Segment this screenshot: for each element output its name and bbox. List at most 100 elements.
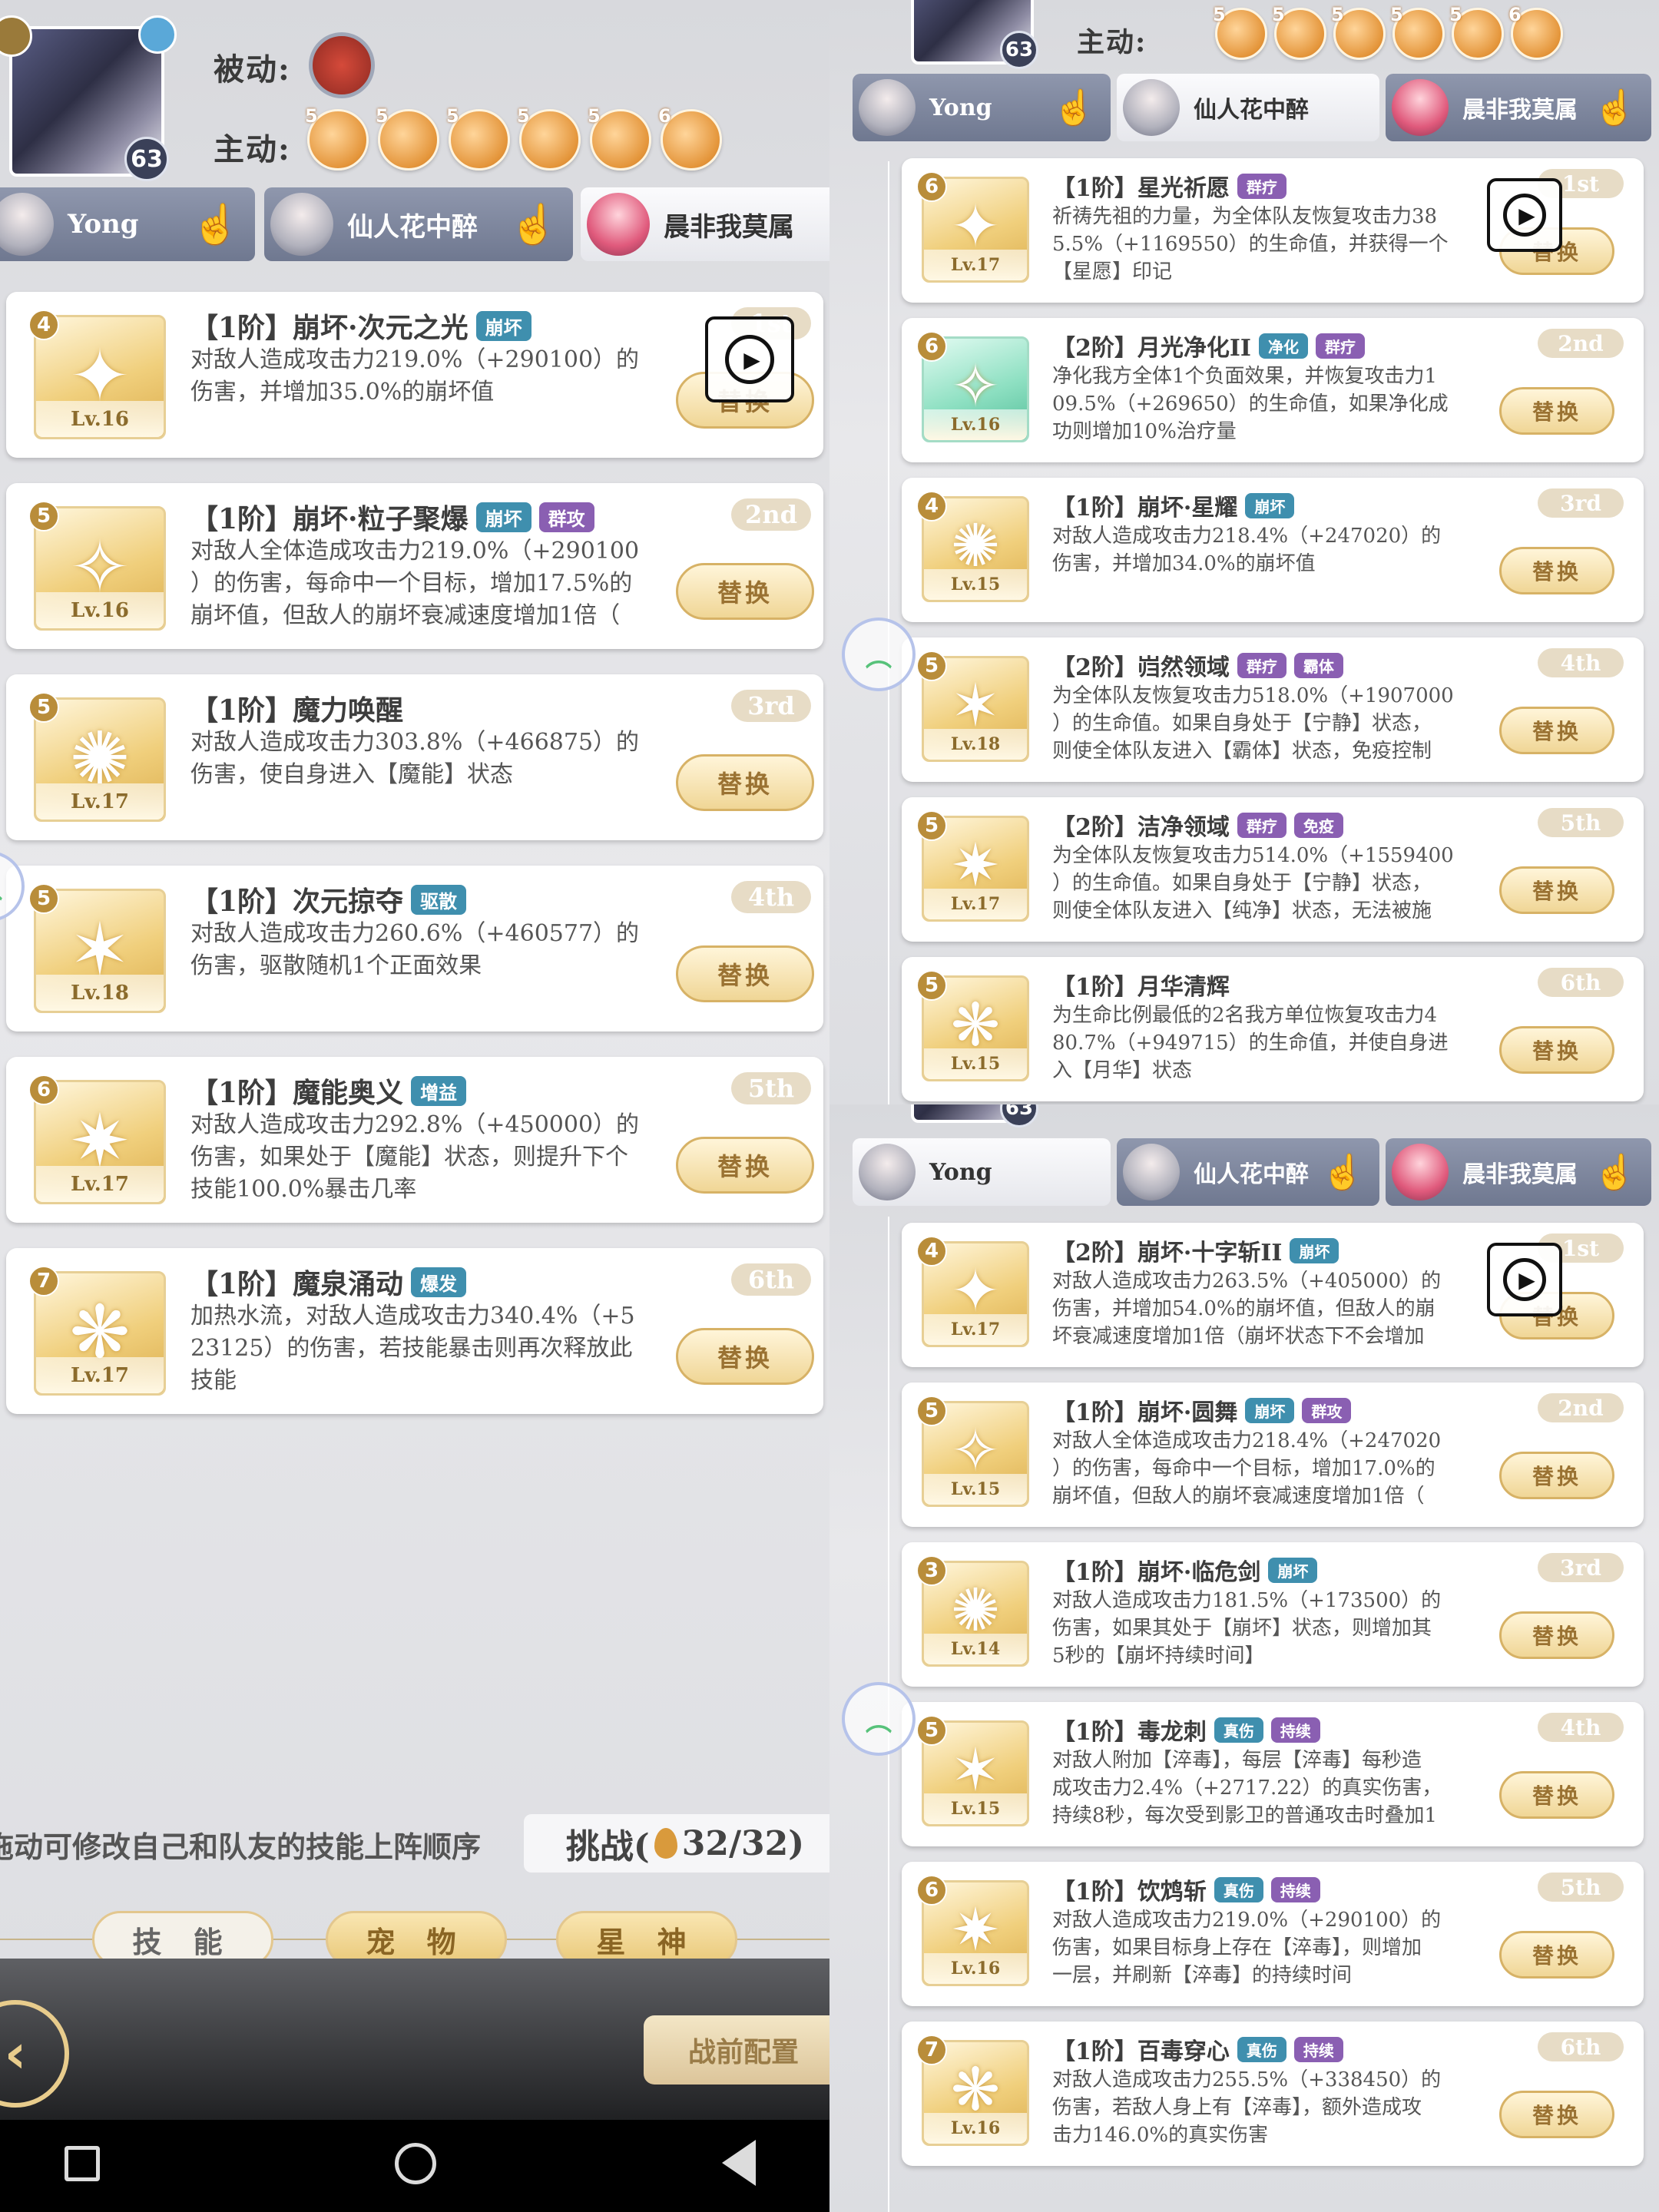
avatar <box>1392 79 1449 136</box>
description-line: 对敌人造成攻击力219.0%（+290100）的 <box>1052 1909 1442 1932</box>
character-tab-chenfei[interactable]: 晨非我莫属 ☝ <box>1386 74 1651 141</box>
description-line: 对敌人造成攻击力219.0%（+290100）的 <box>190 346 640 373</box>
skill-card[interactable]: 6 ✷ Lv.16 【1阶】饮鸩斩 真伤 持续 对敌人造成攻击力219.0%（+2901… <box>902 1862 1644 2006</box>
active-skill-icon[interactable]: 5 <box>1390 4 1445 60</box>
description-line: 净化我方全体1个负面效果，并恢复攻击力1 <box>1052 365 1438 388</box>
skill-tag: 真伤 <box>1237 2036 1286 2062</box>
stamina-count: 32/32) <box>681 1823 805 1863</box>
floating-wifi-icon[interactable]: ︵ <box>842 618 916 691</box>
description-line: 持续8秒，每次受到影卫的普通攻击时叠加1 <box>1052 1804 1438 1827</box>
active-label: 主动: <box>214 131 291 167</box>
skill-card[interactable]: 5 ✶ Lv.18 【1阶】次元掠夺 驱散 对敌人造成攻击力260.6%（+46057… <box>6 866 823 1031</box>
swap-skill-button[interactable]: 替换 <box>1499 1931 1614 1979</box>
active-skill-icon[interactable]: 5 <box>1331 4 1386 60</box>
level-badge: 63 <box>1000 1104 1038 1128</box>
skill-card[interactable]: 5 ✧ Lv.16 【1阶】崩坏·粒子聚爆 崩坏 群攻 对敌人全体造成攻击力219.0%… <box>6 483 823 649</box>
swap-skill-button[interactable]: 替换 <box>1499 547 1614 594</box>
skill-card[interactable]: 6 ✷ Lv.17 【1阶】魔能奥义 增益 对敌人造成攻击力292.8%（+45000… <box>6 1057 823 1223</box>
character-tab-xianren[interactable]: 仙人花中醉 <box>1117 74 1379 141</box>
character-tab-chenfei[interactable]: 晨非我莫属 ☝ <box>1386 1138 1651 1206</box>
passive-skill-icon[interactable] <box>309 32 375 98</box>
skill-description: 加热水流，对敌人造成攻击力340.4%（+5 23125）的伤害，若技能暴击则再次… <box>190 1300 651 1397</box>
active-skill-icon[interactable]: 5 <box>1449 4 1504 60</box>
character-tab-yong[interactable]: Yong ☝ <box>853 74 1111 141</box>
skill-order-badge: 2nd <box>1538 1393 1624 1422</box>
home-icon[interactable] <box>395 2143 436 2184</box>
skill-card[interactable]: 4 ✺ Lv.15 【1阶】崩坏·星耀 崩坏 对敌人造成攻击力218.4%（+2470… <box>902 478 1644 622</box>
skill-card[interactable]: 6 ✧ Lv.16 【2阶】月光净化II 净化 群疗 净化我方全体1个负面效果，并恢复攻… <box>902 318 1644 462</box>
prebattle-config-button[interactable]: 战前配置 <box>644 2015 830 2085</box>
swap-skill-button[interactable]: 替换 <box>676 563 814 620</box>
active-skill-icon[interactable]: 5 <box>1213 4 1267 60</box>
skill-description: 对敌人附加【淬毒】，每层【淬毒】每秒造 成攻击力2.4%（+2717.22）的真实… <box>1052 1747 1482 1830</box>
character-portrait[interactable]: 63 <box>911 0 1038 69</box>
active-skill-icon[interactable]: 5 <box>517 105 581 171</box>
skill-card[interactable]: 4 ✦ Lv.16 【1阶】崩坏·次元之光 崩坏 对敌人造成攻击力219.0%（+29… <box>6 292 823 458</box>
description-line: ）的生命值。如果自身处于【宁静】状态， <box>1052 712 1432 735</box>
active-skill-icon[interactable]: 6 <box>658 105 722 171</box>
skill-card[interactable]: 5 ✷ Lv.17 【2阶】洁净领域 群疗 免疫 为全体队友恢复攻击力514.0%（+1… <box>902 797 1644 942</box>
skill-card[interactable]: 7 ❋ Lv.17 【1阶】魔泉涌动 爆发 加热水流，对敌人造成攻击力340.4%（+… <box>6 1248 823 1414</box>
skill-order-badge: 5th <box>731 1072 811 1104</box>
skill-level: Lv.17 <box>924 889 1027 919</box>
skill-title-row: 【1阶】月华清辉 <box>1052 968 1230 1002</box>
character-tab-yong[interactable]: Yong ☝ <box>0 187 255 261</box>
character-portrait[interactable]: 63 <box>9 26 169 181</box>
skill-icon: 6 ✧ Lv.16 <box>916 331 1029 442</box>
skill-star-count: 5 <box>376 105 389 127</box>
swap-skill-button[interactable]: 替换 <box>1499 1611 1614 1659</box>
active-skill-icon[interactable]: 5 <box>446 105 510 171</box>
active-skill-icon[interactable]: 5 <box>588 105 651 171</box>
skill-title-row: 【1阶】崩坏·临危剑 崩坏 <box>1052 1553 1318 1587</box>
swap-skill-button[interactable]: 替换 <box>1499 707 1614 754</box>
swap-skill-button[interactable]: 替换 <box>676 945 814 1002</box>
swap-skill-button[interactable]: 替换 <box>676 754 814 811</box>
swap-skill-button[interactable]: 替换 <box>1499 2091 1614 2138</box>
skill-order-badge: 6th <box>1538 968 1624 997</box>
skill-tag: 崩坏 <box>1290 1237 1339 1263</box>
skill-card[interactable]: 5 ✶ Lv.18 【2阶】岿然领域 群疗 霸体 为全体队友恢复攻击力518.0%（+1… <box>902 637 1644 782</box>
swap-skill-button[interactable]: 替换 <box>1499 1771 1614 1819</box>
skill-card[interactable]: 3 ✺ Lv.14 【1阶】崩坏·临危剑 崩坏 对敌人造成攻击力181.5%（+173… <box>902 1542 1644 1687</box>
skill-title-row: 【1阶】崩坏·圆舞 崩坏 群攻 <box>1052 1393 1352 1427</box>
character-tab-yong[interactable]: Yong <box>853 1138 1111 1206</box>
character-portrait[interactable]: 63 <box>911 1104 1038 1128</box>
active-skill-icon[interactable]: 6 <box>1508 4 1563 60</box>
description-line: 伤害，若敌人身上有【淬毒】，额外造成攻 <box>1052 2096 1422 2119</box>
description-line: 对敌人造成攻击力218.4%（+247020）的 <box>1052 525 1442 548</box>
skill-card[interactable]: 5 ✶ Lv.15 【1阶】毒龙刺 真伤 持续 对敌人附加【淬毒】，每层【淬毒】每秒造成… <box>902 1702 1644 1846</box>
skill-title-row: 【1阶】毒龙刺 真伤 持续 <box>1052 1713 1320 1747</box>
swap-skill-button[interactable]: 替换 <box>1499 387 1614 435</box>
swap-skill-button[interactable]: 替换 <box>676 1137 814 1194</box>
skill-card[interactable]: 7 ❋ Lv.16 【1阶】百毒穿心 真伤 持续 对敌人造成攻击力255.5%（+338… <box>902 2022 1644 2166</box>
character-tab-xianren[interactable]: 仙人花中醉 ☝ <box>1117 1138 1379 1206</box>
skill-icon: 5 ✶ Lv.18 <box>28 883 166 1013</box>
skill-card[interactable]: 5 ✺ Lv.17 【1阶】魔力唤醒 对敌人造成攻击力303.8%（+466875）… <box>6 674 823 840</box>
skill-level: Lv.17 <box>36 1357 164 1393</box>
pointer-hand-icon: ☝ <box>1322 1153 1364 1192</box>
skill-card[interactable]: 5 ❋ Lv.15 【1阶】月华清辉 为生命比例最低的2名我方单位恢复攻击力4 80.… <box>902 957 1644 1101</box>
swap-skill-button[interactable]: 替换 <box>1499 1026 1614 1074</box>
skill-name: 【1阶】崩坏·星耀 <box>1052 495 1238 522</box>
character-name: 晨非我莫属 <box>1462 1161 1578 1188</box>
swap-skill-button[interactable]: 替换 <box>1499 866 1614 914</box>
swap-skill-button[interactable]: 替换 <box>676 1328 814 1385</box>
play-video-button[interactable]: ▶ <box>1487 178 1562 252</box>
floating-wifi-icon[interactable]: ︵ <box>842 1682 916 1756</box>
challenge-button[interactable]: 挑战( 32/32) <box>524 1814 830 1873</box>
back-nav-icon[interactable] <box>722 2140 756 2186</box>
play-video-button[interactable]: ▶ <box>705 316 794 402</box>
description-line: 伤害，如果目标身上存在【淬毒】，则增加 <box>1052 1936 1422 1959</box>
skill-card[interactable]: 5 ✧ Lv.15 【1阶】崩坏·圆舞 崩坏 群攻 对敌人全体造成攻击力218.4%（+… <box>902 1382 1644 1527</box>
play-video-button[interactable]: ▶ <box>1487 1243 1562 1316</box>
avatar <box>859 79 916 136</box>
active-skill-icon[interactable]: 5 <box>376 105 439 171</box>
skill-level: Lv.15 <box>924 1048 1027 1079</box>
recent-apps-icon[interactable] <box>65 2146 100 2181</box>
active-skill-icon[interactable]: 5 <box>305 105 369 171</box>
character-tab-chenfei[interactable]: 晨非我莫属 <box>581 187 830 261</box>
character-tab-xianren[interactable]: 仙人花中醉 ☝ <box>264 187 573 261</box>
skill-level: Lv.14 <box>924 1634 1027 1664</box>
active-skill-icon[interactable]: 5 <box>1272 4 1326 60</box>
swap-skill-button[interactable]: 替换 <box>1499 1452 1614 1499</box>
